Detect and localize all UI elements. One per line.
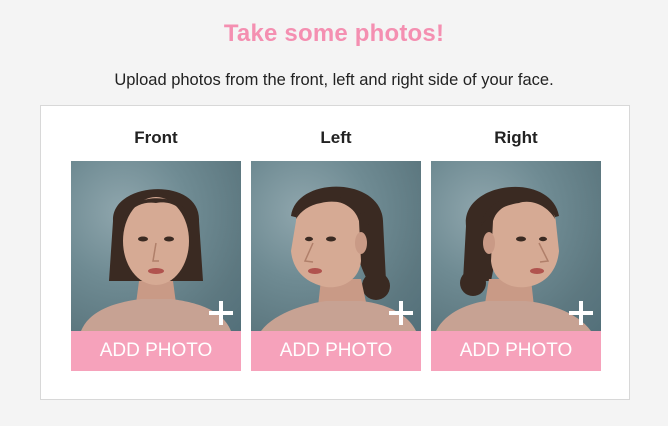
add-photo-front-button[interactable]: ADD PHOTO — [71, 331, 241, 371]
page-title: Take some photos! — [223, 20, 445, 47]
page-subtitle: Upload photos from the front, left and r… — [114, 71, 554, 89]
plus-icon[interactable] — [209, 301, 233, 325]
photo-upload-panel: Front ADD PHOTO Left ADD PHOTO Right ADD… — [40, 105, 630, 400]
slot-label-front: Front — [134, 128, 178, 147]
photo-left[interactable] — [251, 161, 421, 331]
slot-label-left: Left — [320, 128, 352, 147]
slot-label-right: Right — [494, 128, 538, 147]
plus-icon[interactable] — [569, 301, 593, 325]
photo-right[interactable] — [431, 161, 601, 331]
add-photo-left-button[interactable]: ADD PHOTO — [251, 331, 421, 371]
add-photo-right-button[interactable]: ADD PHOTO — [431, 331, 601, 371]
plus-icon[interactable] — [389, 301, 413, 325]
photo-front[interactable] — [71, 161, 241, 331]
